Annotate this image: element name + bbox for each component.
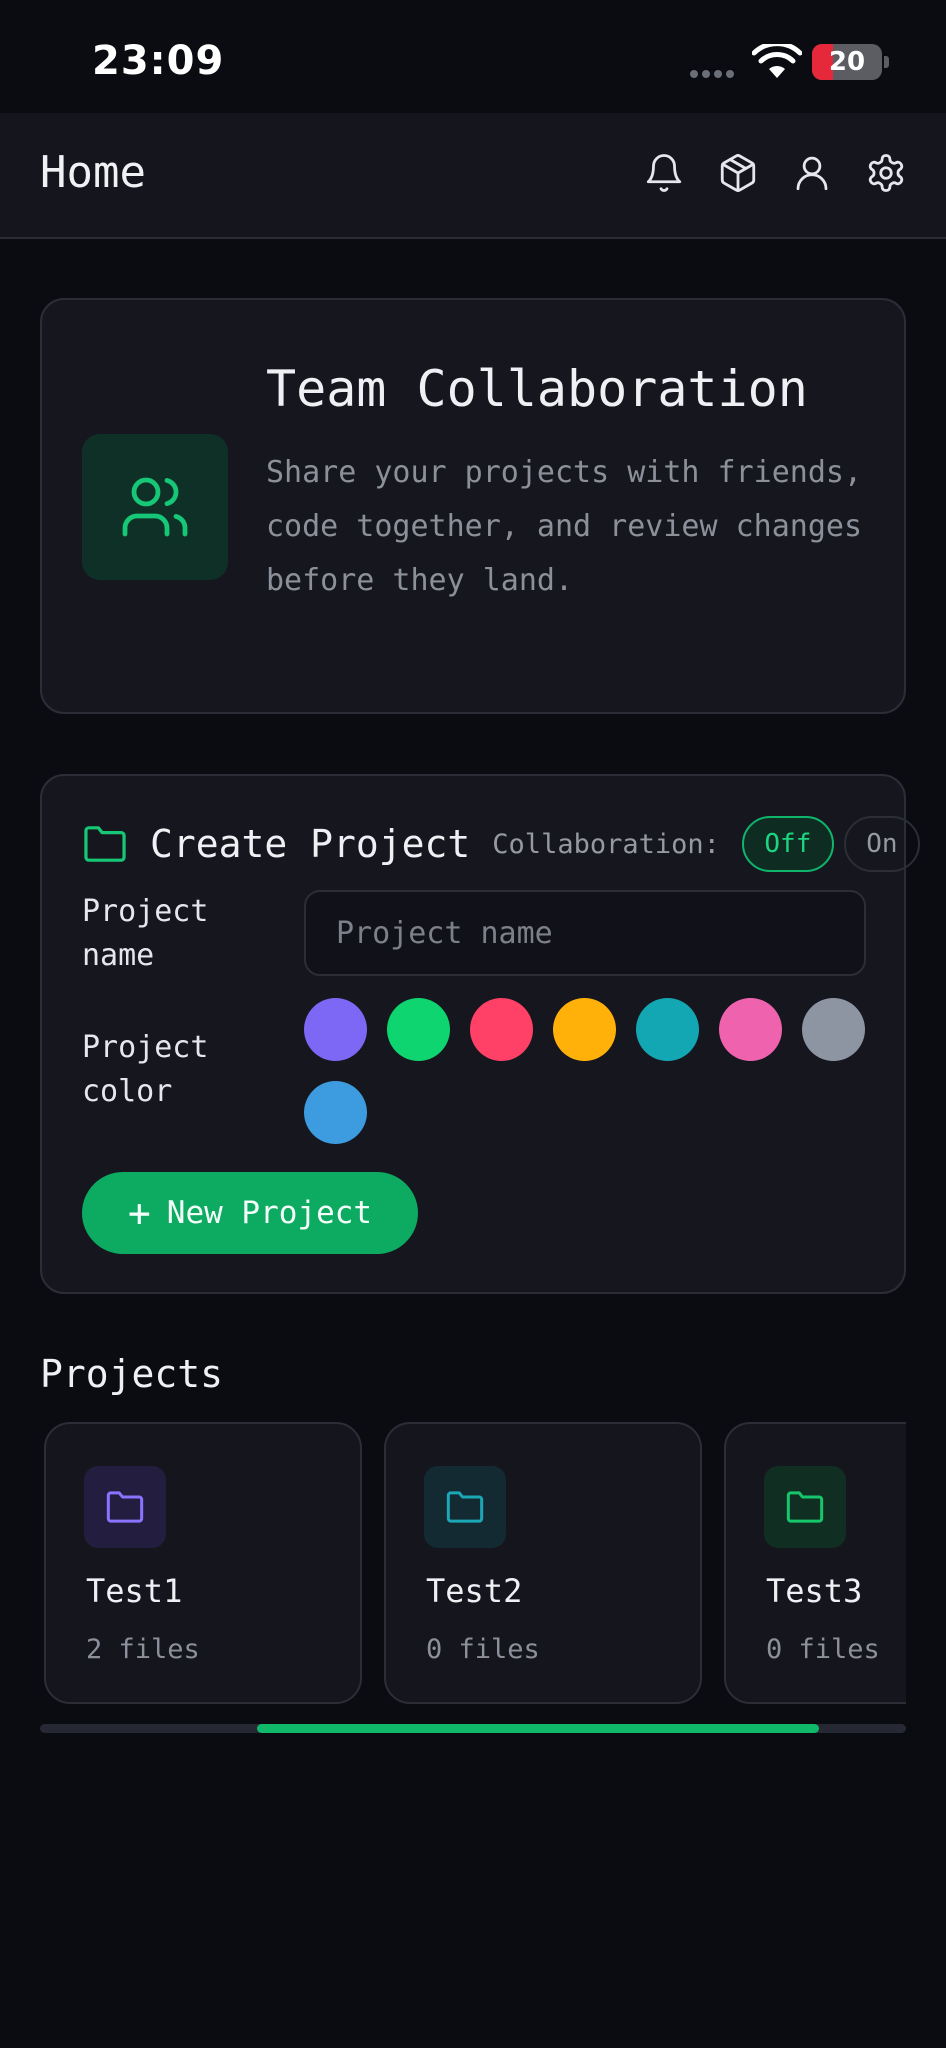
project-name: Test3 (766, 1572, 863, 1610)
collaboration-label: Collaboration: (492, 828, 720, 860)
collaboration-off-toggle[interactable]: Off (741, 816, 834, 872)
bell-icon[interactable] (642, 151, 686, 195)
project-folder-icon (424, 1466, 506, 1548)
wifi-icon (752, 44, 802, 78)
project-name-input[interactable] (304, 890, 866, 976)
package-icon[interactable] (716, 151, 760, 195)
hero-title: Team Collaboration (266, 360, 808, 418)
project-card-test3[interactable]: Test3 0 files (724, 1422, 906, 1704)
color-swatch-5[interactable] (636, 998, 699, 1061)
projects-heading: Projects (40, 1352, 224, 1396)
project-name: Test2 (426, 1572, 523, 1610)
color-swatch-3[interactable] (470, 998, 533, 1061)
plus-icon: + (127, 1191, 151, 1235)
create-project-card: Create Project Collaboration: Off On Pro… (40, 774, 920, 1294)
project-folder-icon (764, 1466, 846, 1548)
scrollbar-thumb[interactable] (256, 1724, 820, 1733)
projects-scrollbar[interactable] (40, 1724, 906, 1733)
hero-description: Share your projects with friends, code t… (266, 455, 863, 598)
battery-icon: 20 (812, 44, 882, 80)
project-file-count: 2 files (86, 1634, 200, 1665)
team-collaboration-card: Team Collaboration Share your projects w… (40, 298, 906, 714)
project-name-label: Project name (82, 894, 209, 973)
signal-icon (690, 70, 734, 78)
color-swatch-6[interactable] (719, 998, 782, 1061)
user-icon[interactable] (790, 151, 834, 195)
color-swatch-4[interactable] (553, 998, 616, 1061)
users-icon (82, 434, 228, 580)
color-swatch-8[interactable] (304, 1081, 367, 1144)
project-card-test1[interactable]: Test1 2 files (44, 1422, 362, 1704)
project-folder-icon (84, 1466, 166, 1548)
app-header: Home (0, 113, 946, 239)
project-file-count: 0 files (426, 1634, 540, 1665)
project-card-test2[interactable]: Test2 0 files (384, 1422, 702, 1704)
project-color-label: Project color (82, 1030, 209, 1109)
color-swatch-7[interactable] (802, 998, 865, 1061)
color-swatches (304, 998, 884, 1144)
new-project-button[interactable]: + New Project (82, 1172, 418, 1254)
folder-icon (84, 826, 126, 862)
project-file-count: 0 files (766, 1634, 880, 1665)
page-title: Home (40, 147, 146, 198)
gear-icon[interactable] (864, 151, 908, 195)
color-swatch-2[interactable] (387, 998, 450, 1061)
projects-carousel[interactable]: Test1 2 files Test2 0 files Test3 0 file… (40, 1420, 906, 1708)
battery-tip (884, 56, 889, 68)
status-time: 23:09 (92, 38, 225, 84)
collaboration-on-toggle[interactable]: On (843, 816, 920, 872)
project-name: Test1 (86, 1572, 183, 1610)
color-swatch-1[interactable] (304, 998, 367, 1061)
battery-level: 20 (828, 47, 866, 77)
new-project-label: New Project (166, 1195, 373, 1231)
create-project-header: Create Project Collaboration: Off On (82, 816, 930, 872)
create-project-title: Create Project (150, 822, 471, 866)
status-bar: 23:09 20 (0, 0, 946, 112)
header-actions (642, 151, 908, 195)
